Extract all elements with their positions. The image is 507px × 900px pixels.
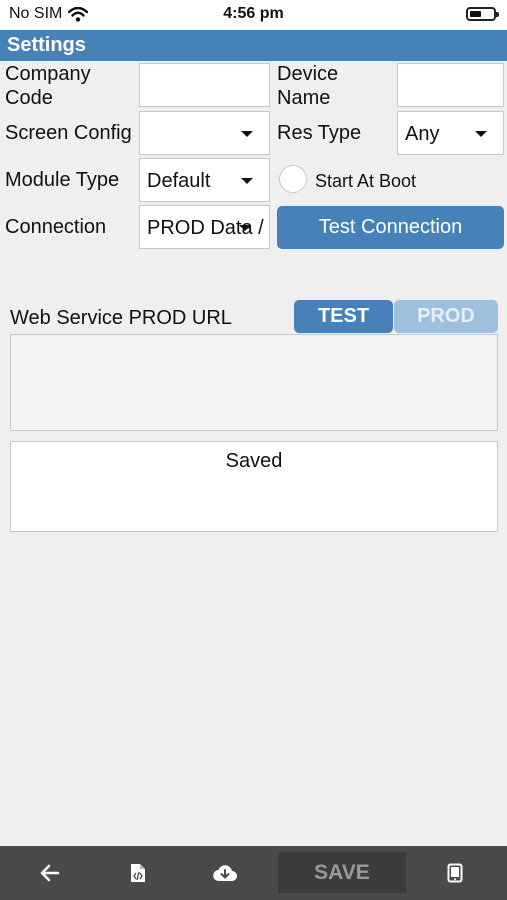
clock: 4:56 pm: [223, 5, 284, 22]
chevron-down-icon: [475, 131, 487, 137]
prod-toggle-button[interactable]: PROD: [394, 300, 498, 333]
connection-select[interactable]: PROD Data /: [139, 205, 270, 249]
cloud-download-icon: [213, 865, 237, 882]
code-file-icon: [131, 864, 145, 882]
res-type-label: Res Type: [277, 122, 362, 144]
back-button[interactable]: [30, 846, 70, 900]
tablet-button[interactable]: [435, 846, 475, 900]
download-button[interactable]: [205, 846, 245, 900]
page-title: Settings: [0, 30, 507, 61]
chevron-down-icon: [241, 178, 253, 184]
status-panel: Saved: [10, 441, 498, 532]
module-type-select[interactable]: Default: [139, 158, 270, 202]
tablet-icon: [447, 863, 463, 883]
status-bar: No SIM 4:56 pm: [0, 0, 507, 30]
save-button[interactable]: SAVE: [278, 852, 406, 893]
module-type-value: Default: [147, 170, 211, 192]
status-message: Saved: [225, 450, 283, 472]
chevron-down-icon: [239, 225, 251, 231]
module-type-label: Module Type: [5, 169, 120, 191]
start-at-boot-radio[interactable]: [279, 165, 307, 193]
screen-config-select[interactable]: [139, 111, 270, 155]
company-code-label: Company Code: [5, 63, 91, 109]
screen-config-label: Screen Config: [5, 122, 132, 144]
res-type-select[interactable]: Any: [397, 111, 504, 155]
test-toggle-button[interactable]: TEST: [294, 300, 393, 333]
res-type-value: Any: [405, 123, 440, 145]
company-code-field[interactable]: [139, 63, 270, 107]
device-name-field[interactable]: [397, 63, 504, 107]
battery-icon: [466, 7, 499, 21]
code-file-button[interactable]: [118, 846, 158, 900]
start-at-boot-label: Start At Boot: [315, 171, 417, 191]
connection-label: Connection: [5, 216, 107, 238]
url-textarea[interactable]: [10, 334, 498, 431]
test-connection-button[interactable]: Test Connection: [277, 206, 504, 249]
bottom-toolbar: SAVE: [0, 846, 507, 900]
device-name-label: Device Name: [277, 63, 339, 109]
web-service-label: Web Service PROD URL: [10, 307, 232, 329]
chevron-down-icon: [241, 131, 253, 137]
arrow-left-icon: [40, 864, 60, 882]
